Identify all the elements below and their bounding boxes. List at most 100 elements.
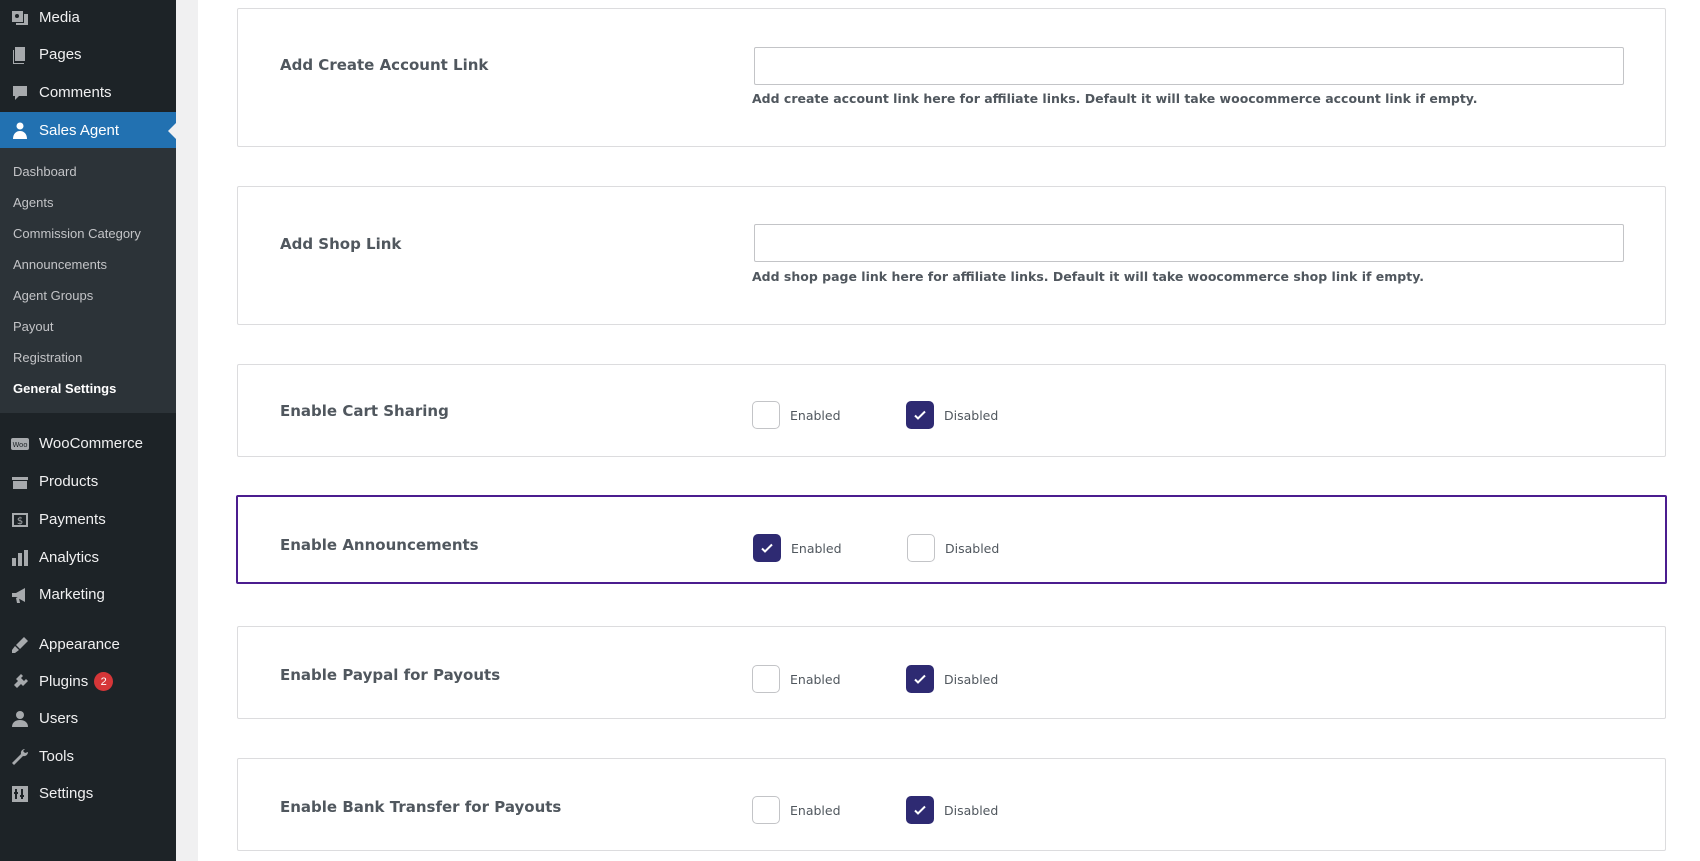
payments-icon: $	[9, 509, 31, 531]
sidebar-item-label: Plugins	[39, 673, 89, 690]
option-label: Disabled	[944, 802, 999, 818]
products-icon	[9, 471, 31, 493]
sidebar-item-appearance[interactable]: Appearance	[0, 626, 176, 663]
sidebar-item-label: Media	[39, 9, 80, 26]
setting-label: Add Shop Link	[280, 235, 402, 253]
paypal-enabled-checkbox[interactable]	[752, 665, 780, 693]
svg-text:$: $	[17, 516, 23, 527]
option-label: Enabled	[790, 407, 841, 423]
sidebar-item-marketing[interactable]: Marketing	[0, 576, 176, 613]
marketing-icon	[9, 584, 31, 606]
option-label: Enabled	[790, 671, 841, 687]
checkmark-icon	[914, 410, 926, 420]
sidebar-item-analytics[interactable]: Analytics	[0, 539, 176, 576]
cart-sharing-disabled-checkbox[interactable]	[906, 401, 934, 429]
sidebar-item-pages[interactable]: Pages	[0, 36, 176, 73]
option-label: Disabled	[944, 407, 999, 423]
announcements-disabled-option[interactable]: Disabled	[907, 534, 999, 562]
sidebar-item-payments[interactable]: $ Payments	[0, 501, 176, 538]
setting-card-bank-transfer-payouts: Enable Bank Transfer for Payouts Enabled…	[237, 758, 1666, 851]
sidebar-item-label: Sales Agent	[39, 122, 120, 139]
sidebar-item-label: Appearance	[39, 636, 120, 653]
submenu-item-dashboard[interactable]: Dashboard	[13, 164, 77, 179]
shop-link-input[interactable]	[754, 224, 1624, 262]
tools-icon	[9, 746, 31, 768]
sidebar-item-products[interactable]: Products	[0, 463, 176, 500]
checkmark-icon	[761, 543, 773, 553]
appearance-icon	[9, 634, 31, 656]
sidebar-item-label: Analytics	[39, 549, 100, 566]
setting-card-shop-link: Add Shop Link Add shop page link here fo…	[237, 186, 1666, 325]
announcements-enabled-option[interactable]: Enabled	[753, 534, 842, 562]
sidebar-item-label: Marketing	[39, 586, 105, 603]
sidebar-item-settings[interactable]: Settings	[0, 775, 176, 812]
setting-card-announcements: Enable Announcements Enabled Disabled	[236, 495, 1667, 584]
paypal-enabled-option[interactable]: Enabled	[752, 665, 841, 693]
submenu-item-agent-groups[interactable]: Agent Groups	[13, 288, 93, 303]
announcements-enabled-checkbox[interactable]	[753, 534, 781, 562]
plugins-update-badge: 2	[94, 672, 114, 691]
pages-icon	[9, 44, 31, 66]
option-label: Disabled	[945, 540, 1000, 556]
sidebar-item-label: Tools	[39, 748, 75, 765]
sidebar-item-media[interactable]: Media	[0, 0, 176, 36]
bank-transfer-disabled-checkbox[interactable]	[906, 796, 934, 824]
sidebar-item-label: WooCommerce	[39, 435, 143, 452]
settings-icon	[9, 783, 31, 805]
option-label: Disabled	[944, 671, 999, 687]
setting-label: Enable Paypal for Payouts	[280, 666, 501, 684]
submenu-item-general-settings[interactable]: General Settings	[13, 381, 116, 396]
analytics-icon	[9, 547, 31, 569]
setting-card-create-account-link: Add Create Account Link Add create accou…	[237, 8, 1666, 147]
sidebar-item-label: Settings	[39, 785, 94, 802]
sidebar-item-plugins[interactable]: Plugins 2	[0, 663, 176, 700]
setting-label: Add Create Account Link	[280, 56, 489, 74]
comments-icon	[9, 82, 31, 104]
setting-label: Enable Cart Sharing	[280, 402, 449, 420]
users-icon	[9, 708, 31, 730]
svg-text:Woo: Woo	[12, 441, 27, 449]
option-label: Enabled	[790, 802, 841, 818]
submenu-item-announcements[interactable]: Announcements	[13, 257, 107, 272]
sidebar-item-label: Payments	[39, 511, 106, 528]
sales-agent-submenu: Dashboard Agents Commission Category Ann…	[0, 148, 176, 413]
setting-card-paypal-payouts: Enable Paypal for Payouts Enabled Disabl…	[237, 626, 1666, 719]
announcements-disabled-checkbox[interactable]	[907, 534, 935, 562]
sidebar-item-tools[interactable]: Tools	[0, 738, 176, 775]
sidebar-item-woocommerce[interactable]: Woo WooCommerce	[0, 425, 176, 462]
plugins-icon	[9, 671, 31, 693]
bank-transfer-enabled-checkbox[interactable]	[752, 796, 780, 824]
sidebar-item-users[interactable]: Users	[0, 700, 176, 737]
bank-transfer-disabled-option[interactable]: Disabled	[906, 796, 998, 824]
submenu-item-agents[interactable]: Agents	[13, 195, 53, 210]
paypal-disabled-checkbox[interactable]	[906, 665, 934, 693]
setting-card-cart-sharing: Enable Cart Sharing Enabled Disabled	[237, 364, 1666, 457]
setting-help-text: Add create account link here for affilia…	[752, 91, 1478, 106]
admin-sidebar: Media Pages Comments Sales Agent Dashboa…	[0, 0, 176, 861]
submenu-item-commission-category[interactable]: Commission Category	[13, 226, 141, 241]
submenu-item-registration[interactable]: Registration	[13, 350, 82, 365]
content-gutter	[176, 0, 198, 861]
user-group-icon	[9, 120, 31, 142]
bank-transfer-enabled-option[interactable]: Enabled	[752, 796, 841, 824]
woocommerce-icon: Woo	[9, 433, 31, 455]
sidebar-item-label: Pages	[39, 46, 82, 63]
cart-sharing-disabled-option[interactable]: Disabled	[906, 401, 998, 429]
checkmark-icon	[914, 674, 926, 684]
submenu-item-payout[interactable]: Payout	[13, 319, 53, 334]
sidebar-item-label: Products	[39, 473, 99, 490]
setting-label: Enable Bank Transfer for Payouts	[280, 798, 562, 816]
cart-sharing-enabled-option[interactable]: Enabled	[752, 401, 841, 429]
checkmark-icon	[914, 805, 926, 815]
setting-help-text: Add shop page link here for affiliate li…	[752, 269, 1424, 284]
sidebar-item-label: Users	[39, 710, 79, 727]
create-account-link-input[interactable]	[754, 47, 1624, 85]
option-label: Enabled	[791, 540, 842, 556]
sidebar-item-sales-agent[interactable]: Sales Agent	[0, 112, 176, 149]
sidebar-item-label: Comments	[39, 84, 112, 101]
sidebar-item-comments[interactable]: Comments	[0, 74, 176, 111]
cart-sharing-enabled-checkbox[interactable]	[752, 401, 780, 429]
setting-label: Enable Announcements	[280, 536, 479, 554]
paypal-disabled-option[interactable]: Disabled	[906, 665, 998, 693]
media-icon	[9, 7, 31, 29]
